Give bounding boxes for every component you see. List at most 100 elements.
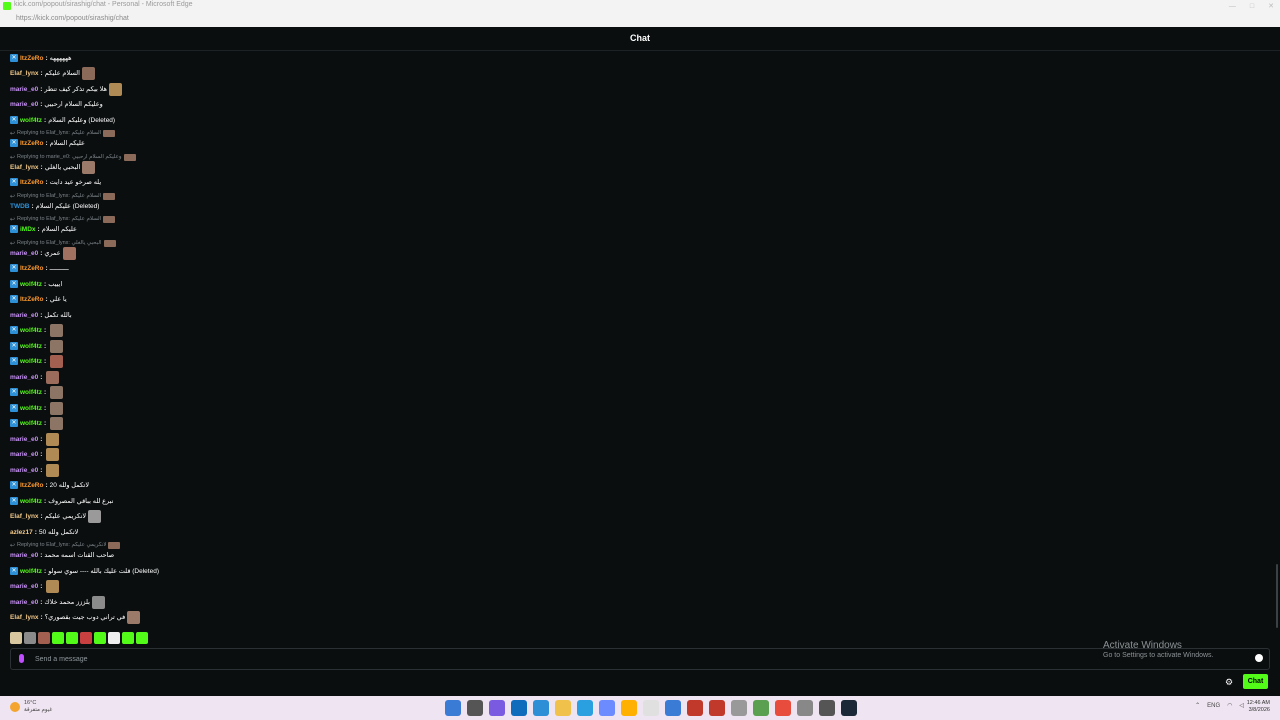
taskbar-app-icon[interactable] <box>621 700 637 716</box>
gear-icon[interactable]: ⚙ <box>1225 677 1233 688</box>
taskbar-app-icon[interactable] <box>819 700 835 716</box>
chat-message[interactable]: ✕ wolf4tz: <box>10 385 64 399</box>
taskbar-app-icon[interactable] <box>687 700 703 716</box>
url-text[interactable]: https://kick.com/popout/sirashig/chat <box>16 15 129 22</box>
taskbar-app-icon[interactable] <box>731 700 747 716</box>
chat-username[interactable]: marie_e0 <box>10 599 38 606</box>
taskbar-app-icon[interactable] <box>599 700 615 716</box>
emote-button[interactable] <box>136 632 148 644</box>
emote-button[interactable] <box>80 632 92 644</box>
taskbar-app-icon[interactable] <box>665 700 681 716</box>
chat-username[interactable]: wolf4tz <box>20 568 42 575</box>
chat-username[interactable]: ItzZeRo <box>20 140 43 147</box>
chat-message[interactable]: ✕ wolf4tz: <box>10 339 64 353</box>
chat-send-button[interactable]: Chat <box>1243 674 1268 689</box>
minimize-button[interactable]: — <box>1229 3 1236 10</box>
chat-message[interactable]: ✕ wolf4tz: نبرع لله بباقي المصروف <box>10 495 113 507</box>
chat-username[interactable]: marie_e0 <box>10 250 38 257</box>
emote-button[interactable] <box>52 632 64 644</box>
taskbar-app-icon[interactable] <box>709 700 725 716</box>
chat-username[interactable]: wolf4tz <box>20 498 42 505</box>
chat-username[interactable]: ItzZeRo <box>20 296 43 303</box>
taskbar-app-icon[interactable] <box>753 700 769 716</box>
chat-message[interactable]: ✕ ItzZeRo:20 لاتكمل ولله <box>10 479 89 491</box>
reply-context[interactable]: ↩ Replying to Elaf_lynx: البحبي يالغلي <box>10 239 116 247</box>
chat-username[interactable]: wolf4tz <box>20 420 42 427</box>
chat-username[interactable]: marie_e0 <box>10 101 38 108</box>
reply-context[interactable]: ↩ Replying to Elaf_lynx: السلام عليكم <box>10 192 116 200</box>
chat-username[interactable]: Elaf_lynx <box>10 614 39 621</box>
emote-button[interactable] <box>94 632 106 644</box>
volume-icon[interactable]: ◁ <box>1239 702 1244 709</box>
chat-message[interactable]: marie_e0: <box>10 447 60 461</box>
chat-username[interactable]: Elaf_lynx <box>10 70 39 77</box>
chat-message[interactable]: marie_e0: <box>10 579 60 593</box>
chat-message[interactable]: marie_e0: وعليكم السلام ارحبيي <box>10 98 103 110</box>
maximize-button[interactable]: □ <box>1250 3 1254 10</box>
chat-username[interactable]: marie_e0 <box>10 552 38 559</box>
chat-message[interactable]: ✕ wolf4tz: <box>10 401 64 415</box>
chat-username[interactable]: ItzZeRo <box>20 179 43 186</box>
chevron-up-icon[interactable]: ⌃ <box>1195 702 1200 709</box>
chat-username[interactable]: wolf4tz <box>20 343 42 350</box>
chat-username[interactable]: marie_e0 <box>10 436 38 443</box>
chat-message[interactable]: ✕ ItzZeRo: يله صرخو عيد دايت <box>10 176 101 188</box>
chat-username[interactable]: ItzZeRo <box>20 55 43 62</box>
weather-widget[interactable]: 16°C غيوم متفرقة <box>10 700 52 714</box>
chat-username[interactable]: azlez17 <box>10 529 33 536</box>
emote-button[interactable] <box>10 632 22 644</box>
emote-button[interactable] <box>122 632 134 644</box>
chat-message[interactable]: marie_e0: <box>10 370 60 384</box>
chat-username[interactable]: wolf4tz <box>20 117 42 124</box>
emote-button[interactable] <box>38 632 50 644</box>
emoji-picker-icon[interactable] <box>1255 654 1263 662</box>
taskbar-app-icon[interactable] <box>555 700 571 716</box>
message-input-box[interactable] <box>10 648 1270 670</box>
emote-button[interactable] <box>66 632 78 644</box>
chat-message[interactable]: azlez17:50 لاتكمل ولله <box>10 526 78 538</box>
scrollbar[interactable] <box>1276 564 1278 628</box>
chat-username[interactable]: marie_e0 <box>10 312 38 319</box>
taskbar-app-icon[interactable] <box>643 700 659 716</box>
chat-message[interactable]: marie_e0: هلا بيكم تذكر كيف تنطر <box>10 82 122 96</box>
chat-message[interactable]: ✕ wolf4tz: ايييب <box>10 278 62 290</box>
chat-message[interactable]: ✕ wolf4tz: وعليكم السلام (Deleted) <box>10 114 115 126</box>
chat-username[interactable]: ItzZeRo <box>20 265 43 272</box>
chat-message[interactable]: TWDB: عليكم السلام (Deleted) <box>10 200 99 212</box>
language-indicator[interactable]: ENG <box>1207 703 1220 709</box>
chat-message[interactable]: ✕ wolf4tz: <box>10 323 64 337</box>
chat-username[interactable]: wolf4tz <box>20 281 42 288</box>
address-bar[interactable]: https://kick.com/popout/sirashig/chat <box>0 12 1280 28</box>
chat-username[interactable]: ItzZeRo <box>20 482 43 489</box>
chat-message[interactable]: ✕ wolf4tz: <box>10 416 64 430</box>
chat-message[interactable]: Elaf_lynx: لانكريمي عليكم <box>10 509 102 523</box>
chat-message[interactable]: Elaf_lynx: السلام عليكم <box>10 66 95 80</box>
mic-icon[interactable] <box>19 654 24 663</box>
reply-context[interactable]: ↩ Replying to marie_e0: وعليكم السلام ارح… <box>10 153 136 161</box>
chat-username[interactable]: Elaf_lynx <box>10 164 39 171</box>
chat-username[interactable]: marie_e0 <box>10 451 38 458</box>
chat-username[interactable]: wolf4tz <box>20 327 42 334</box>
reply-context[interactable]: ↩ Replying to Elaf_lynx: السلام عليكم <box>10 129 116 137</box>
chat-username[interactable]: TWDB <box>10 203 30 210</box>
chat-message[interactable]: ✕ wolf4tz: <box>10 354 64 368</box>
chat-username[interactable]: marie_e0 <box>10 86 38 93</box>
wifi-icon[interactable]: ◠ <box>1227 702 1232 709</box>
chat-message[interactable]: ✕ ItzZeRo: ــــــــــ <box>10 262 69 274</box>
taskbar-app-icon[interactable] <box>775 700 791 716</box>
reply-context[interactable]: ↩ Replying to Elaf_lynx: لانكريمي عليكم <box>10 541 121 549</box>
reply-context[interactable]: ↩ Replying to Elaf_lynx: السلام عليكم <box>10 215 116 223</box>
message-input[interactable] <box>35 652 1235 666</box>
chat-message[interactable]: ✕ ItzZeRo: ههههههه <box>10 52 72 64</box>
chat-message[interactable]: ✕ ItzZeRo: يا علي <box>10 293 67 305</box>
chat-message[interactable]: Elaf_lynx: البحبي يالغلي <box>10 160 96 174</box>
chat-username[interactable]: marie_e0 <box>10 467 38 474</box>
chat-username[interactable]: iMDx <box>20 226 36 233</box>
chat-message[interactable]: marie_e0: بلززز محمد خلاك <box>10 595 105 609</box>
chat-message[interactable]: ✕ wolf4tz: قلت عليك بالله ---- سوي سولو (D… <box>10 565 159 577</box>
taskbar-app-icon[interactable] <box>533 700 549 716</box>
taskbar-app-icon[interactable] <box>577 700 593 716</box>
taskbar-app-icon[interactable] <box>489 700 505 716</box>
chat-message[interactable]: marie_e0: بالله تكمل <box>10 309 72 321</box>
emote-button[interactable] <box>108 632 120 644</box>
